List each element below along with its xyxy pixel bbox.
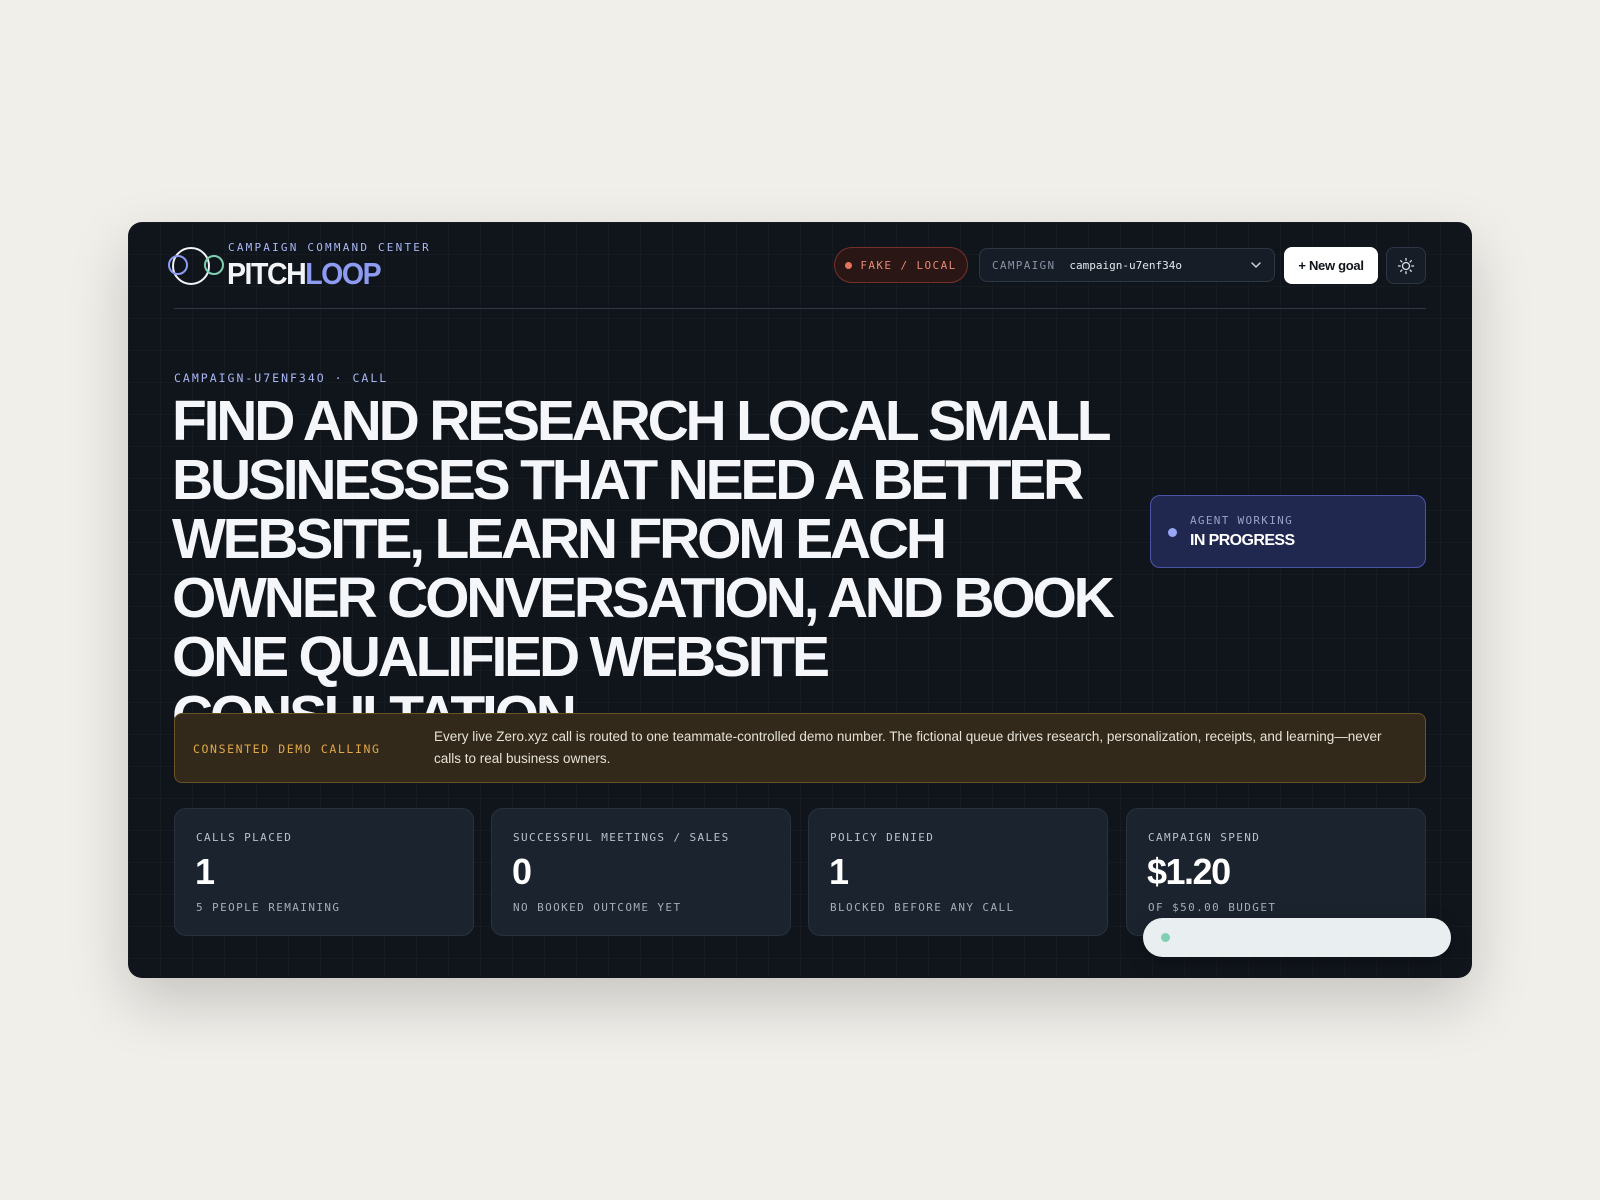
demo-calling-notice: CONSENTED DEMO CALLING Every live Zero.x… bbox=[174, 713, 1426, 783]
goal-headline: Find and research local small businesses… bbox=[172, 389, 1115, 746]
stat-label: POLICY DENIED bbox=[830, 831, 935, 844]
stat-card-policy-denied: POLICY DENIED 1 BLOCKED BEFORE ANY CALL bbox=[808, 808, 1108, 936]
agent-status-label: AGENT WORKING bbox=[1190, 514, 1293, 527]
stat-subtext: BLOCKED BEFORE ANY CALL bbox=[830, 901, 1015, 914]
campaign-select-label: CAMPAIGN bbox=[992, 258, 1056, 272]
stat-value: $1.20 bbox=[1147, 851, 1231, 892]
brand-wordmark[interactable]: PITCHLOOP bbox=[227, 256, 382, 292]
stat-card-meetings-sales: SUCCESSFUL MEETINGS / SALES 0 NO BOOKED … bbox=[491, 808, 791, 936]
stat-subtext: OF $50.00 BUDGET bbox=[1148, 901, 1277, 914]
header-subtitle: CAMPAIGN COMMAND CENTER bbox=[228, 241, 431, 254]
agent-status-value: IN PROGRESS bbox=[1190, 532, 1295, 549]
stat-card-campaign-spend: CAMPAIGN SPEND $1.20 OF $50.00 BUDGET bbox=[1126, 808, 1426, 936]
brand-part-pitch: PITCH bbox=[227, 256, 307, 291]
stat-card-calls-placed: CALLS PLACED 1 5 PEOPLE REMAINING bbox=[174, 808, 474, 936]
header-divider bbox=[174, 308, 1426, 309]
stat-label: CAMPAIGN SPEND bbox=[1148, 831, 1261, 844]
mode-badge-label: FAKE / LOCAL bbox=[860, 258, 957, 272]
stat-value: 0 bbox=[512, 851, 532, 892]
campaign-select-value: campaign-u7enf34o bbox=[1069, 258, 1182, 272]
breadcrumb: CAMPAIGN-U7ENF34O · CALL bbox=[174, 371, 389, 385]
stat-subtext: 5 PEOPLE REMAINING bbox=[196, 901, 341, 914]
stat-label: CALLS PLACED bbox=[196, 831, 293, 844]
stat-subtext: NO BOOKED OUTCOME YET bbox=[513, 901, 682, 914]
notice-label: CONSENTED DEMO CALLING bbox=[193, 742, 381, 756]
status-dot-icon bbox=[845, 261, 853, 269]
toast-status-dot-icon bbox=[1161, 933, 1170, 942]
agent-status-dot-icon bbox=[1168, 528, 1177, 537]
campaign-select[interactable]: CAMPAIGN campaign-u7enf34o bbox=[979, 248, 1275, 282]
stat-value: 1 bbox=[195, 851, 215, 892]
chevron-down-icon bbox=[1251, 262, 1261, 268]
sun-icon bbox=[1397, 257, 1415, 274]
app-window: CAMPAIGN COMMAND CENTER PITCHLOOP FAKE /… bbox=[128, 222, 1472, 978]
toast-notification[interactable] bbox=[1143, 918, 1451, 957]
notice-text: Every live Zero.xyz call is routed to on… bbox=[434, 729, 1382, 766]
stat-label: SUCCESSFUL MEETINGS / SALES bbox=[513, 831, 730, 844]
theme-toggle-button[interactable] bbox=[1386, 247, 1426, 284]
brand-part-loop: LOOP bbox=[305, 256, 381, 291]
stat-value: 1 bbox=[829, 851, 849, 892]
agent-status-card: AGENT WORKING IN PROGRESS bbox=[1150, 495, 1426, 568]
mode-badge: FAKE / LOCAL bbox=[834, 247, 968, 283]
new-goal-button[interactable]: + New goal bbox=[1284, 247, 1378, 284]
